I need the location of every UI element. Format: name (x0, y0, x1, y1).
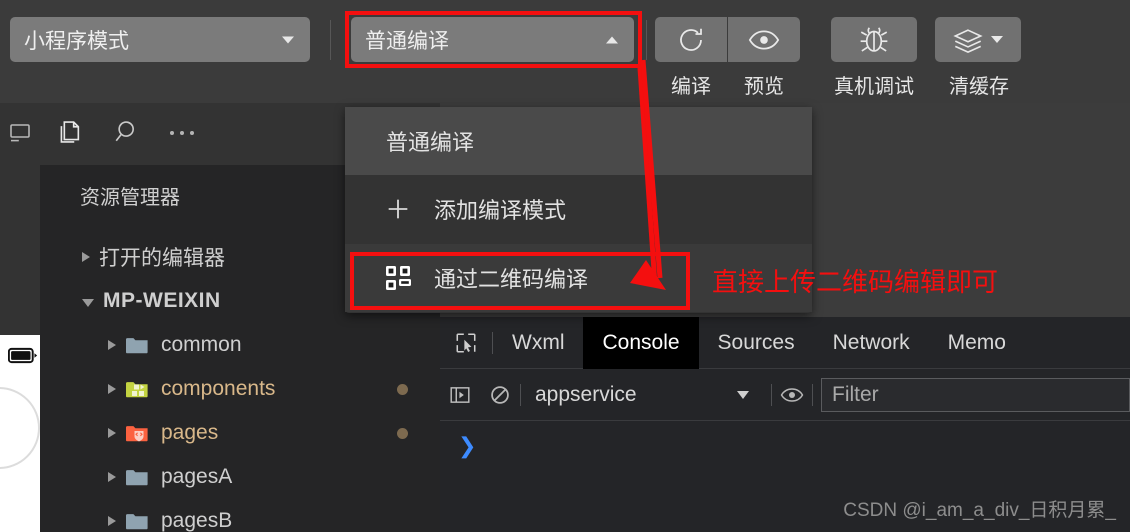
console-output[interactable]: ❯ CSDN @i_am_a_div_日积月累_ (440, 421, 1130, 532)
simulator-home-circle (0, 387, 40, 469)
ellipsis-icon[interactable] (168, 125, 196, 143)
screen-icon (10, 124, 30, 142)
tree-item-label: components (161, 377, 276, 400)
modified-badge (397, 383, 408, 395)
chevron-up-icon (606, 36, 618, 43)
compile-button-label: 编译 (671, 76, 711, 98)
simulator-panel (0, 335, 40, 532)
chevron-down-icon (82, 298, 94, 307)
console-sidebar-icon[interactable] (440, 369, 480, 421)
folder-icon (125, 467, 149, 487)
compile-mode-value: 普通编译 (365, 29, 449, 53)
filter-placeholder: Filter (832, 382, 879, 406)
search-icon[interactable] (112, 118, 138, 151)
annotation-note: 直接上传二维码编辑即可 (712, 267, 999, 297)
toolbar-divider-1 (330, 20, 331, 60)
files-icon[interactable] (56, 118, 82, 151)
console-context-select[interactable]: appservice (521, 369, 771, 421)
modified-badge (397, 427, 408, 439)
devtools-panel: Wxml Console Sources Network Memo appser… (440, 316, 1130, 532)
refresh-icon (680, 28, 702, 51)
tree-item-common[interactable]: common (40, 323, 440, 367)
folder-icon (125, 335, 149, 355)
bug-icon (860, 26, 888, 52)
tree-item-label: pages (161, 421, 219, 444)
clear-cache-button-label: 清缓存 (949, 76, 1009, 98)
compile-mode-select[interactable]: 普通编译 (351, 17, 634, 62)
clear-console-icon[interactable] (480, 369, 520, 421)
mode-select[interactable]: 小程序模式 (10, 17, 310, 62)
tree-item-label: 打开的编辑器 (99, 247, 225, 270)
folder-icon (125, 511, 149, 531)
remote-debug-button-label: 真机调试 (834, 76, 914, 98)
app-root: 小程序模式 普通编译 编译 预览 真机调试 清缓存 资源管理器 打开的编辑器 M… (0, 0, 1130, 532)
eye-icon (748, 30, 780, 49)
devtools-tabbar: Wxml Console Sources Network Memo (440, 316, 1130, 369)
explorer-title-label: 资源管理器 (80, 186, 180, 209)
chevron-right-icon (82, 252, 90, 262)
dropdown-item-label: 通过二维码编译 (434, 267, 589, 292)
chevron-right-icon (108, 384, 116, 394)
chevron-down-icon (282, 36, 294, 43)
watermark-text: CSDN @i_am_a_div_日积月累_ (843, 500, 1116, 521)
toolbar-divider-3 (812, 383, 813, 406)
inspect-cursor-icon[interactable] (440, 317, 492, 369)
preview-button-label: 预览 (744, 76, 784, 98)
chevron-down-icon (991, 36, 1003, 43)
simulator-toggle-button[interactable] (0, 103, 40, 165)
battery-icon (8, 347, 38, 364)
activity-bar (0, 103, 40, 532)
tree-item-pagesa[interactable]: pagesA (40, 455, 440, 499)
console-toolbar: appservice Filter (440, 369, 1130, 421)
tree-item-label: common (161, 333, 242, 356)
tab-network[interactable]: Network (814, 317, 929, 369)
console-context-value: appservice (535, 382, 637, 406)
dropdown-item-normal-compile[interactable]: 普通编译 (345, 107, 812, 175)
folder-pages-icon (125, 423, 149, 443)
top-toolbar: 小程序模式 普通编译 编译 预览 真机调试 清缓存 (0, 0, 1130, 103)
qrcode-icon (378, 265, 418, 291)
dropdown-item-label: 添加编译模式 (434, 198, 567, 223)
chevron-right-icon (108, 516, 116, 526)
clear-cache-button[interactable] (935, 17, 1021, 62)
tree-item-label: pagesB (161, 509, 233, 532)
toolbar-divider-2 (646, 20, 647, 60)
dropdown-item-label: 普通编译 (386, 130, 475, 155)
chevron-right-icon (108, 340, 116, 350)
tree-item-label: MP-WEIXIN (103, 289, 221, 312)
tree-item-pages[interactable]: pages (40, 411, 440, 455)
remote-debug-button[interactable] (831, 17, 917, 62)
tree-item-components[interactable]: components (40, 367, 440, 411)
tab-memory[interactable]: Memo (929, 317, 1025, 369)
dropdown-item-add-mode[interactable]: 添加编译模式 (345, 175, 812, 243)
compile-button[interactable] (655, 17, 727, 62)
mode-select-value: 小程序模式 (24, 29, 129, 53)
layers-icon (953, 28, 983, 53)
chevron-right-icon (108, 472, 116, 482)
filter-input[interactable]: Filter (821, 377, 1130, 412)
tab-console[interactable]: Console (583, 316, 699, 369)
tree-item-pagesb[interactable]: pagesB (40, 499, 440, 532)
tree-item-label: pagesA (161, 465, 233, 488)
plus-icon (378, 195, 418, 223)
preview-button[interactable] (728, 17, 800, 62)
tab-wxml[interactable]: Wxml (493, 317, 583, 369)
tab-sources[interactable]: Sources (699, 317, 814, 369)
folder-components-icon (125, 379, 149, 399)
eye-icon[interactable] (772, 369, 812, 421)
chevron-down-icon (737, 390, 749, 399)
chevron-right-icon (108, 428, 116, 438)
console-prompt-icon: ❯ (458, 433, 477, 458)
